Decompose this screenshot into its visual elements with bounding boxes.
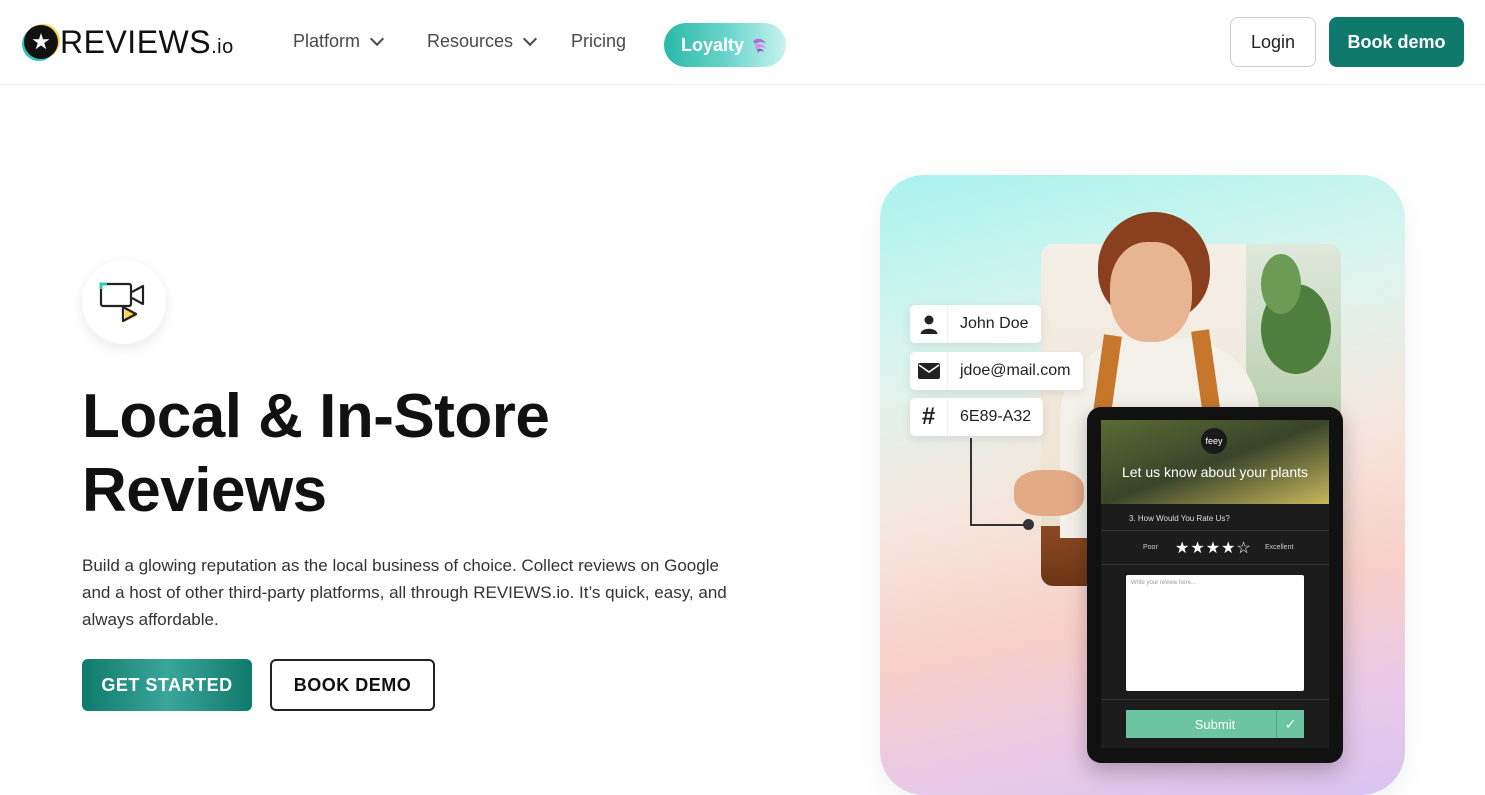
hero-title: Local & In-Store Reviews [82,380,702,528]
top-nav: ★ REVIEWS.io Platform Resources Pricing … [0,0,1485,85]
star-rating[interactable]: ★★★★☆ [1175,538,1252,558]
check-icon: ✓ [1276,710,1304,738]
hero-title-line1: Local & In-Store [82,382,550,451]
logo-suffix: .io [211,35,234,58]
hero-title-line2: Reviews [82,456,327,525]
connector-dot [1023,519,1034,530]
connector-line [970,524,1030,526]
review-placeholder: Write your review here... [1131,580,1196,586]
name-field-chip: John Doe [910,305,1041,343]
person-icon [920,315,937,334]
email-field-value: jdoe@mail.com [960,362,1071,379]
reviews-io-logo[interactable]: ★ REVIEWS.io [24,24,234,60]
hero-description: Build a glowing reputation as the local … [82,556,727,629]
nav-item-label: Platform [293,31,361,51]
video-review-icon [99,282,145,323]
hash-icon: # [921,403,936,430]
book-demo-outline-button[interactable]: BOOK DEMO [270,659,435,711]
logo-text: REVIEWS [60,23,212,60]
tablet-review-form: feey Let us know about your plants 3. Ho… [1101,420,1329,748]
name-field-value: John Doe [960,315,1029,332]
submit-label: Submit [1194,716,1236,732]
code-field-value: 6E89-A32 [960,408,1032,425]
loyalty-button[interactable]: Loyalty [664,23,786,67]
get-started-button[interactable]: GET STARTED [82,659,252,711]
feey-brand-logo: feey [1201,428,1227,454]
nav-item-label: Pricing [571,31,627,51]
rating-low-label: Poor [1143,544,1158,551]
loyalty-swirl-icon [753,38,766,53]
book-demo-button[interactable]: Book demo [1329,17,1464,67]
nav-item-label: Resources [427,31,514,51]
code-field-chip: # 6E89-A32 [910,398,1044,436]
submit-review-button[interactable]: Submit ✓ [1126,710,1304,738]
login-button[interactable]: Login [1230,17,1316,67]
star-logo-icon: ★ [24,25,58,59]
nav-item-pricing[interactable]: Pricing [571,31,626,52]
chevron-down-icon [522,31,538,46]
nav-item-resources[interactable]: Resources [427,31,538,52]
mail-icon [917,363,940,379]
rating-high-label: Excellent [1265,544,1294,551]
form-headline: Let us know about your plants [1121,464,1308,480]
connector-line [970,438,972,526]
loyalty-label: Loyalty [681,34,745,55]
review-textarea[interactable]: Write your review here... [1126,575,1304,691]
rating-question: 3. How Would You Rate Us? [1129,514,1230,523]
chevron-down-icon [369,31,385,46]
hero-icon-badge [82,260,166,344]
email-field-chip: jdoe@mail.com [910,352,1083,390]
nav-item-platform[interactable]: Platform [293,31,385,52]
